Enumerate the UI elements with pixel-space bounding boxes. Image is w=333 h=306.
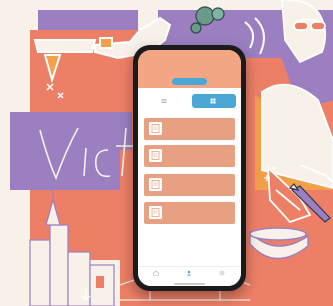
- document-icon: [151, 151, 160, 160]
- toggle-option-right[interactable]: [192, 94, 236, 108]
- settings-icon: [219, 270, 225, 276]
- list-card[interactable]: [144, 174, 235, 196]
- poster-stage: [0, 0, 333, 306]
- document-icon: [151, 124, 160, 133]
- nav-item-home[interactable]: [146, 270, 166, 278]
- card-thumbnail: [149, 178, 162, 191]
- list-icon: [161, 99, 166, 103]
- home-icon: [153, 270, 159, 276]
- list-card[interactable]: [144, 118, 235, 140]
- document-icon: [151, 208, 160, 217]
- document-icon: [151, 180, 160, 189]
- toggle-option-left[interactable]: [143, 94, 187, 108]
- nav-item-user[interactable]: [179, 270, 199, 278]
- nav-item-settings[interactable]: [212, 270, 232, 278]
- toggle-row: [143, 94, 236, 108]
- tab-active[interactable]: [172, 78, 207, 85]
- grid-icon: [210, 98, 215, 104]
- phone-mockup: [133, 45, 246, 291]
- list-card[interactable]: [144, 145, 235, 167]
- user-icon: [186, 270, 192, 276]
- home-indicator: [174, 283, 205, 285]
- card-thumbnail: [149, 122, 162, 135]
- card-thumbnail: [149, 206, 162, 219]
- card-thumbnail: [149, 149, 162, 162]
- bg-field-purple-left: [10, 112, 132, 190]
- app-header: [138, 50, 241, 88]
- list-card[interactable]: [144, 202, 235, 224]
- phone-screen: [138, 50, 241, 286]
